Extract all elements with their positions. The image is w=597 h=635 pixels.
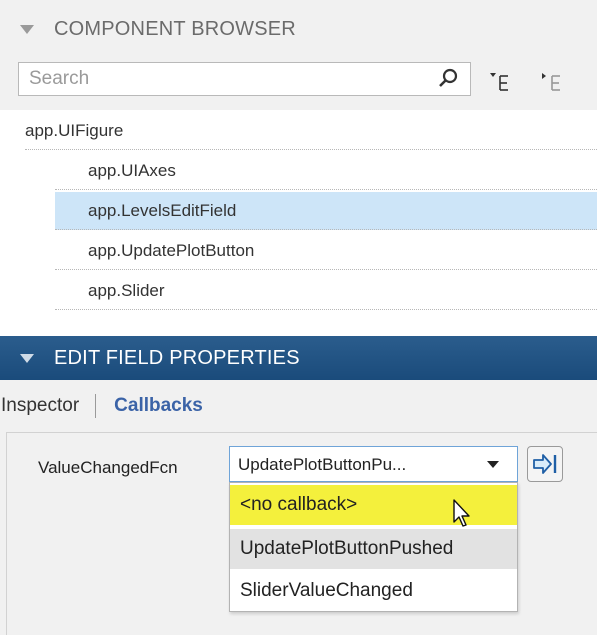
tree-node-updateplotbutton[interactable]: app.UpdatePlotButton xyxy=(55,232,597,270)
option-slidervaluechanged[interactable]: SliderValueChanged xyxy=(230,571,517,611)
expand-all-icon[interactable] xyxy=(488,70,514,94)
tab-separator xyxy=(95,394,97,418)
tree-node-label: app.UpdatePlotButton xyxy=(88,240,255,260)
tree-node-label: app.UIFigure xyxy=(25,120,124,140)
mouse-pointer-icon xyxy=(453,499,470,527)
collapse-triangle-icon[interactable] xyxy=(20,24,34,34)
tree-node-slider[interactable]: app.Slider xyxy=(55,272,597,310)
collapse-triangle-icon[interactable] xyxy=(20,353,34,363)
tab-callbacks[interactable]: Callbacks xyxy=(114,395,203,417)
tab-inspector[interactable]: Inspector xyxy=(1,395,79,417)
go-to-callback-icon xyxy=(533,454,557,474)
properties-tabs: Inspector Callbacks xyxy=(0,380,597,432)
search-icon[interactable] xyxy=(436,67,460,91)
properties-header[interactable]: EDIT FIELD PROPERTIES xyxy=(0,336,597,380)
callback-dropdown-value: UpdatePlotButtonPu... xyxy=(238,455,407,474)
chevron-down-icon[interactable] xyxy=(487,461,499,468)
tree-node-levelseditfield[interactable]: app.LevelsEditField xyxy=(55,192,597,230)
tree-node-uifigure[interactable]: app.UIFigure xyxy=(25,112,597,150)
properties-title: EDIT FIELD PROPERTIES xyxy=(54,346,300,369)
component-browser-header[interactable]: COMPONENT BROWSER xyxy=(0,0,597,58)
component-browser-title: COMPONENT BROWSER xyxy=(54,17,296,40)
tree-node-label: app.Slider xyxy=(88,280,165,300)
callback-dropdown[interactable]: UpdatePlotButtonPu... xyxy=(229,446,518,482)
option-updateplotbuttonpushed[interactable]: UpdatePlotButtonPushed xyxy=(230,529,517,569)
callback-label: ValueChangedFcn xyxy=(38,458,178,477)
component-tree: app.UIFigure app.UIAxes app.LevelsEditFi… xyxy=(0,110,597,336)
tree-node-label: app.UIAxes xyxy=(88,160,176,180)
go-to-callback-button[interactable] xyxy=(527,446,563,482)
tree-node-label: app.LevelsEditField xyxy=(88,200,237,220)
search-box[interactable] xyxy=(18,62,471,96)
search-row xyxy=(0,58,597,104)
search-input[interactable] xyxy=(19,63,419,95)
tree-node-uiaxes[interactable]: app.UIAxes xyxy=(55,152,597,190)
collapse-all-icon[interactable] xyxy=(540,70,566,94)
